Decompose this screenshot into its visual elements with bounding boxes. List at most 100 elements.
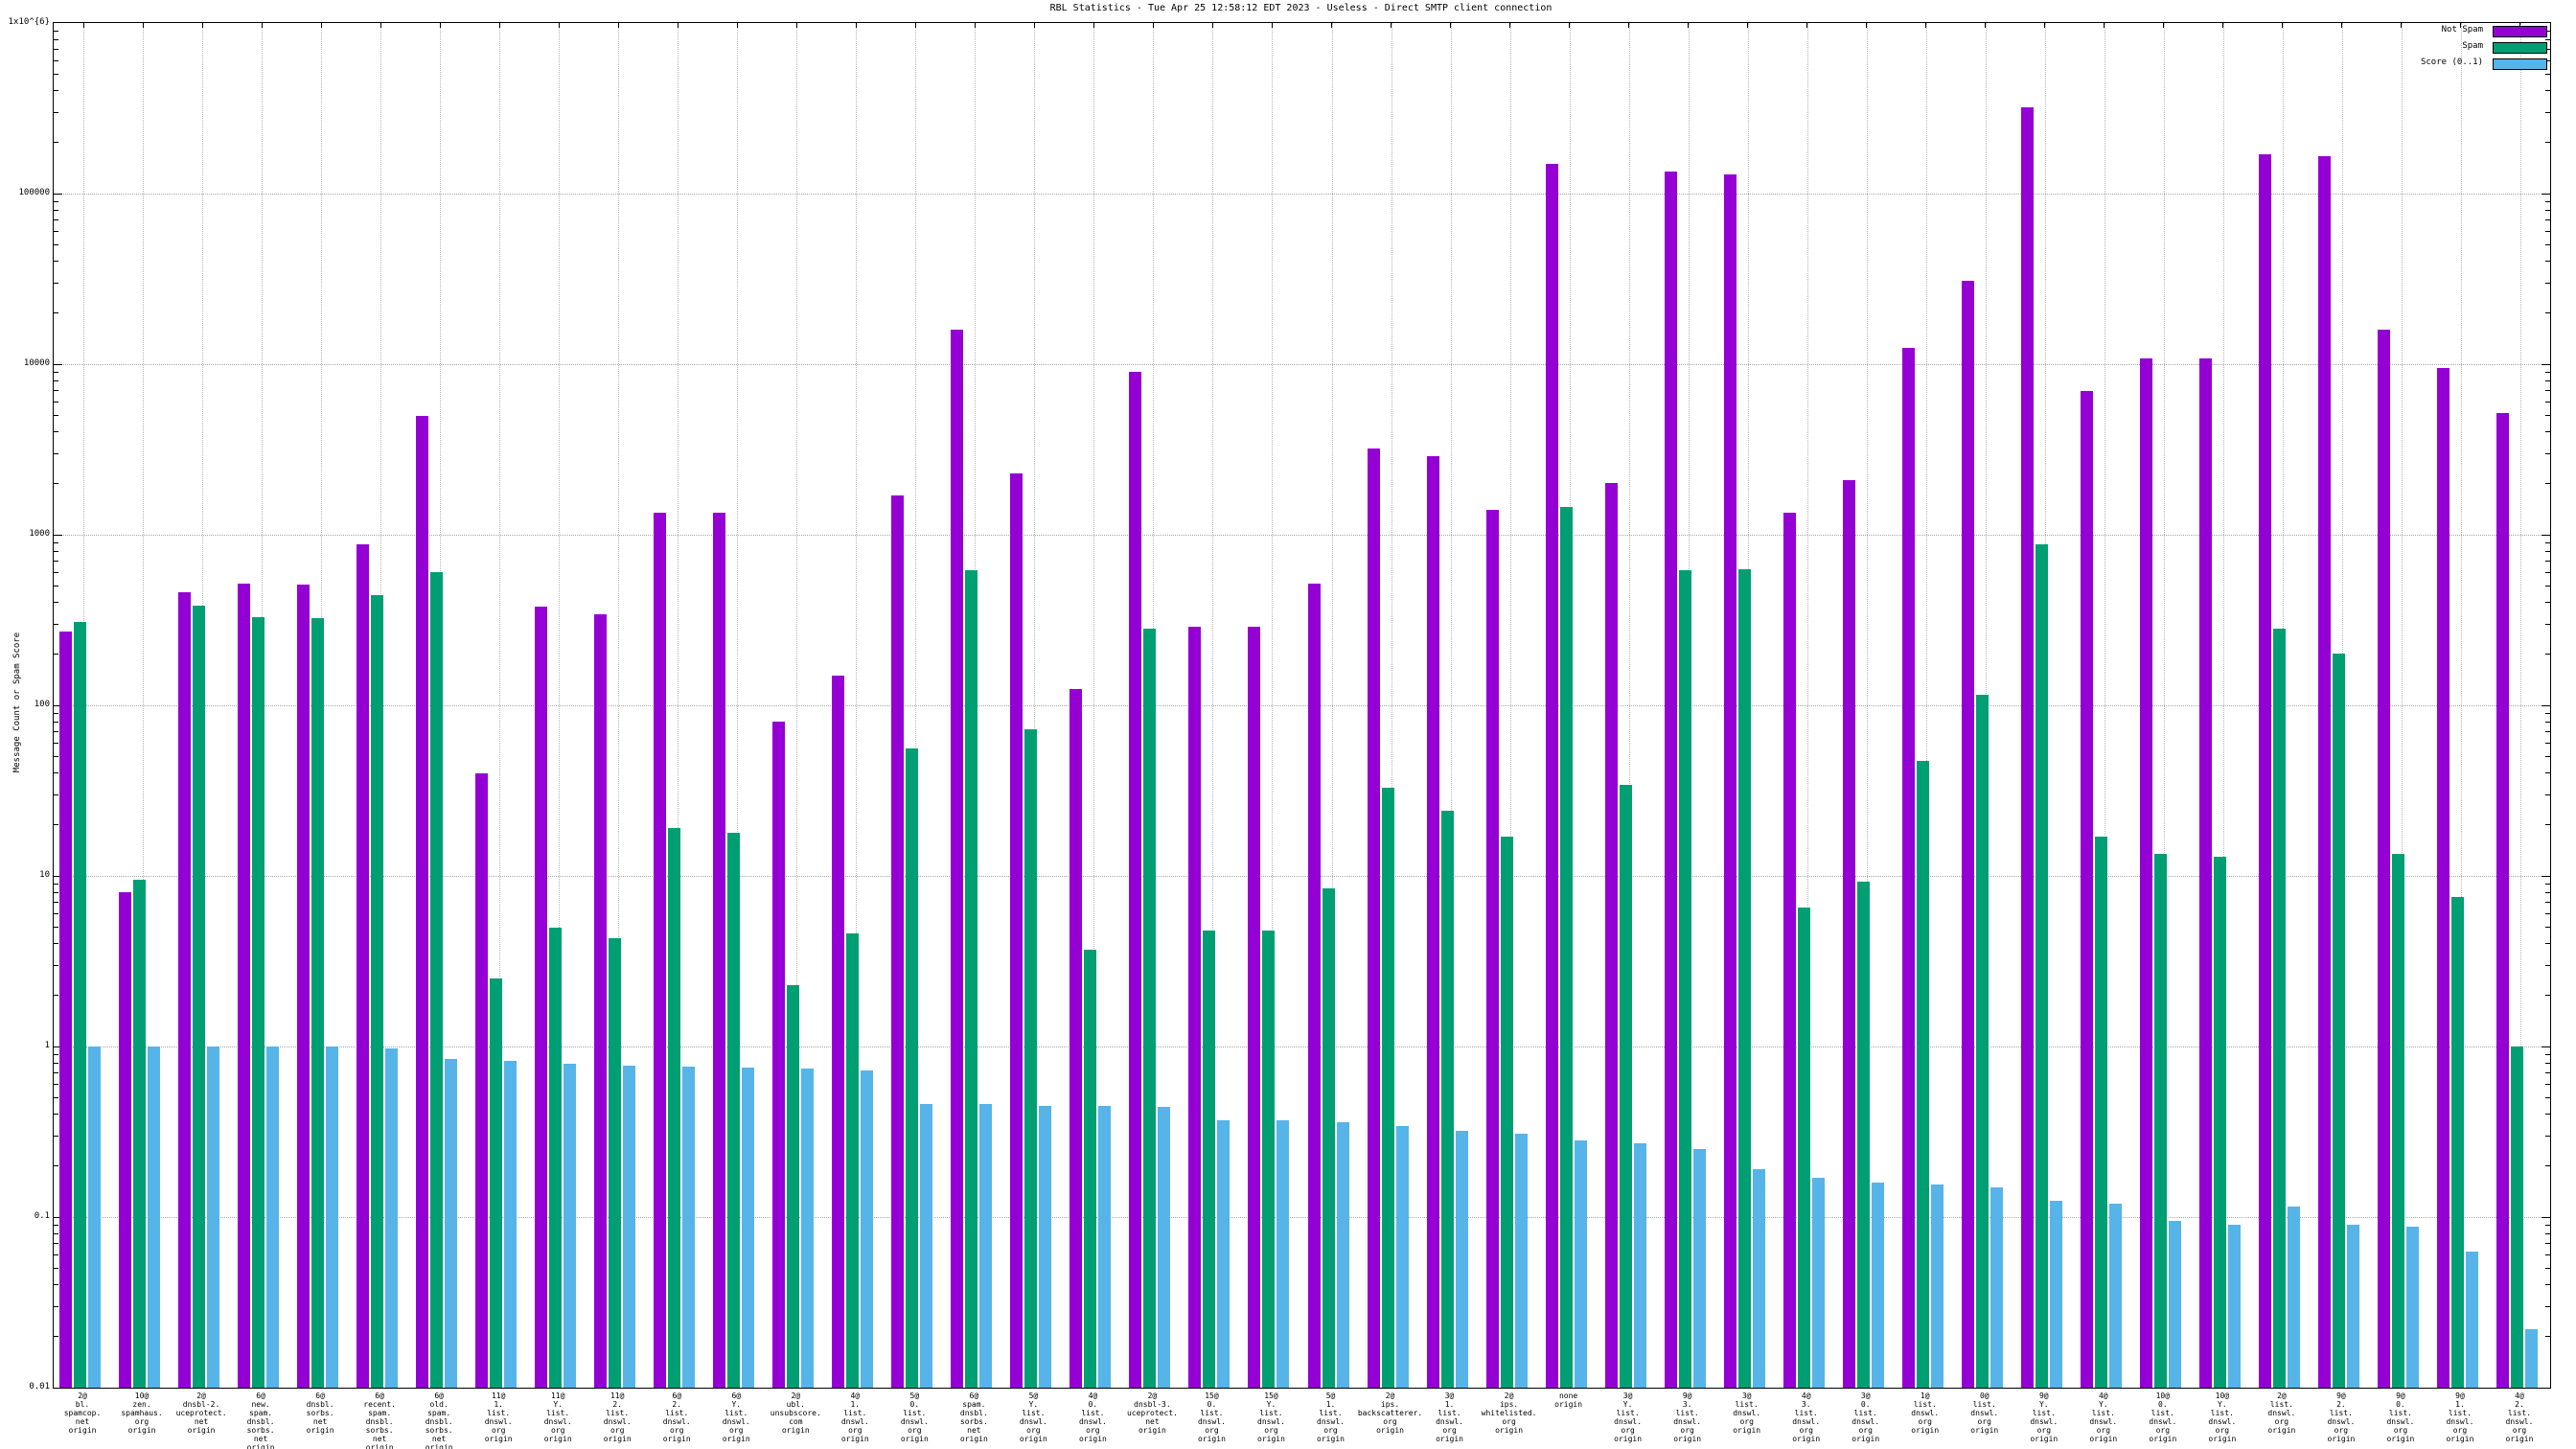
y-minor-tick-right	[2545, 964, 2550, 966]
bar-spam	[490, 978, 503, 1388]
y-minor-tick-right	[2545, 111, 2550, 113]
x-category-line: org	[1205, 1426, 1219, 1435]
x-category-line: org	[1383, 1417, 1397, 1426]
y-minor-tick-right	[2545, 927, 2550, 929]
x-category-line: sorbs.	[425, 1426, 453, 1435]
x-category-line: 1.	[2455, 1400, 2465, 1409]
bar-not-spam	[2258, 153, 2271, 1388]
bar-score-0-1-	[1098, 1105, 1112, 1388]
x-tick-top	[1391, 23, 1392, 28]
bar-spam	[1797, 908, 1810, 1388]
y-minor-tick-right	[2545, 38, 2550, 40]
x-category-line: org	[729, 1426, 744, 1435]
x-category-line: 4@	[1801, 1392, 1811, 1400]
x-category-line: origin	[1614, 1435, 1643, 1443]
y-minor-tick-right	[2545, 602, 2550, 604]
y-minor-tick-right	[2545, 653, 2550, 655]
bar-spam	[1559, 507, 1573, 1388]
y-minor-tick-right	[2545, 200, 2550, 202]
bar-score-0-1-	[2287, 1207, 2300, 1388]
bar-spam	[193, 605, 206, 1388]
x-category-line: list.	[1735, 1400, 1759, 1409]
x-category-line: org	[908, 1426, 922, 1435]
x-category-line: list.	[1081, 1409, 1105, 1417]
bar-score-0-1-	[1217, 1119, 1230, 1388]
bar-score-0-1-	[2227, 1225, 2241, 1388]
bar-not-spam	[59, 632, 72, 1388]
bar-score-0-1-	[1039, 1105, 1052, 1388]
x-category-label: 9@ 1. list. dnswl. org origin	[2430, 1392, 2490, 1443]
bar-not-spam	[951, 329, 964, 1388]
x-tick-top	[2163, 23, 2165, 28]
bar-not-spam	[1664, 171, 1677, 1388]
x-category-line: list.	[1794, 1409, 1818, 1417]
bar-spam	[1856, 881, 1870, 1388]
legend-row: Not Spam	[2312, 25, 2551, 37]
x-category-line: uceprotect.	[1126, 1409, 1178, 1417]
bar-not-spam	[594, 614, 608, 1388]
x-category-line: origin	[2386, 1435, 2415, 1443]
y-minor-tick-right	[2545, 943, 2550, 945]
y-minor-tick-right	[2545, 561, 2550, 563]
x-tick-top	[261, 23, 263, 28]
bar-not-spam	[475, 772, 489, 1388]
x-category-line: 0@	[1979, 1392, 1990, 1400]
y-minor-tick-right	[2545, 912, 2550, 914]
y-minor-tick-left	[54, 452, 58, 454]
bar-not-spam	[2139, 358, 2152, 1388]
x-category-line: list.	[2507, 1409, 2532, 1417]
x-category-line: org	[2215, 1426, 2230, 1435]
x-category-line: org	[1502, 1417, 1516, 1426]
x-category-line: net	[253, 1435, 268, 1443]
legend-swatch	[2493, 58, 2547, 70]
x-category-line: origin	[959, 1435, 988, 1443]
bar-spam	[2213, 856, 2226, 1388]
x-category-line: 2.	[2515, 1400, 2524, 1409]
bar-spam	[906, 748, 919, 1388]
h-gridline	[54, 194, 2550, 195]
x-category-line: new.	[251, 1400, 270, 1409]
x-category-line: dnswl.	[2386, 1417, 2415, 1426]
x-category-line: 15@	[1264, 1392, 1278, 1400]
x-category-line: list.	[2388, 1409, 2412, 1417]
bar-not-spam	[1010, 472, 1024, 1388]
y-minor-tick-right	[2545, 994, 2550, 996]
x-category-line: list.	[546, 1409, 570, 1417]
bar-score-0-1-	[861, 1070, 874, 1388]
bar-score-0-1-	[801, 1069, 815, 1388]
x-category-line: 2@	[1385, 1392, 1395, 1400]
x-category-line: origin	[1078, 1435, 1107, 1443]
x-category-line: Y.	[2038, 1400, 2049, 1409]
bar-spam	[2510, 1046, 2523, 1388]
bar-not-spam	[1248, 626, 1261, 1388]
y-minor-tick-right	[2545, 371, 2550, 373]
x-category-line: dnswl.	[2446, 1417, 2474, 1426]
bar-spam	[2094, 836, 2107, 1388]
x-category-line: whitelisted.	[1481, 1409, 1537, 1417]
x-category-line: origin	[1970, 1426, 1999, 1435]
y-minor-tick-left	[54, 1097, 58, 1099]
y-minor-tick-left	[54, 1305, 58, 1307]
y-minor-tick-right	[2545, 731, 2550, 733]
bar-score-0-1-	[1752, 1169, 1765, 1388]
bar-not-spam	[1545, 163, 1558, 1388]
y-minor-tick-left	[54, 59, 58, 61]
x-category-line: net	[372, 1435, 387, 1443]
y-axis-top-label: 1x10^{6}	[8, 17, 50, 27]
x-category-line: 2@	[1147, 1392, 1158, 1400]
x-category-line: dnsbl-2.	[182, 1400, 220, 1409]
x-category-line: 9@	[2038, 1392, 2049, 1400]
x-category-line: origin	[722, 1435, 750, 1443]
x-category-label: 11@ 1. list. dnswl. org origin	[469, 1392, 528, 1443]
bar-not-spam	[238, 584, 251, 1388]
bar-spam	[133, 879, 147, 1388]
x-category-line: ips.	[1380, 1400, 1400, 1409]
y-minor-tick-right	[2545, 623, 2550, 625]
bar-not-spam	[772, 722, 786, 1388]
x-tick-top	[1331, 23, 1332, 28]
x-category-line: 0.	[1207, 1400, 1217, 1409]
x-category-line: origin	[900, 1435, 929, 1443]
bar-score-0-1-	[1990, 1186, 2003, 1388]
y-tick-label: 0.01	[29, 1382, 50, 1392]
bar-not-spam	[119, 892, 132, 1388]
